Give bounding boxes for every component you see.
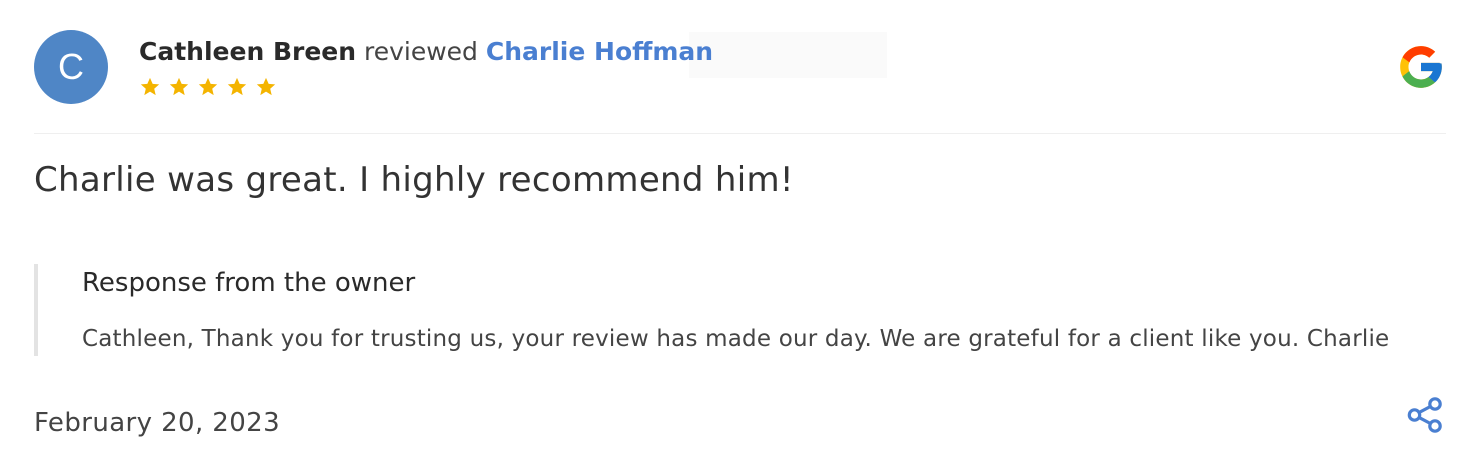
- star-icon: [227, 77, 247, 96]
- star-icon: [140, 77, 160, 96]
- star-icon: [198, 77, 218, 96]
- business-name-link[interactable]: Charlie Hoffman: [486, 37, 713, 66]
- reviewer-name: Cathleen Breen: [139, 37, 357, 66]
- name-highlight: [689, 32, 887, 78]
- google-g-icon: [1400, 46, 1442, 88]
- review-header: C Cathleen Breen reviewed Charlie Hoffma…: [34, 30, 1446, 106]
- share-icon[interactable]: [1405, 395, 1445, 435]
- review-text: Charlie was great. I highly recommend hi…: [34, 160, 794, 200]
- review-date: February 20, 2023: [34, 408, 281, 438]
- star-rating: [139, 76, 277, 98]
- reviewer-line: Cathleen Breen reviewed Charlie Hoffman: [139, 36, 713, 68]
- reviewed-label: reviewed: [364, 37, 478, 66]
- owner-response-title: Response from the owner: [82, 268, 416, 298]
- header-divider: [34, 133, 1446, 134]
- avatar: C: [34, 30, 108, 104]
- review-card: C Cathleen Breen reviewed Charlie Hoffma…: [0, 0, 1479, 475]
- star-icon: [169, 77, 189, 96]
- star-icon: [256, 77, 276, 96]
- owner-response-text: Cathleen, Thank you for trusting us, you…: [82, 326, 1390, 352]
- owner-response: Response from the owner Cathleen, Thank …: [34, 264, 1450, 356]
